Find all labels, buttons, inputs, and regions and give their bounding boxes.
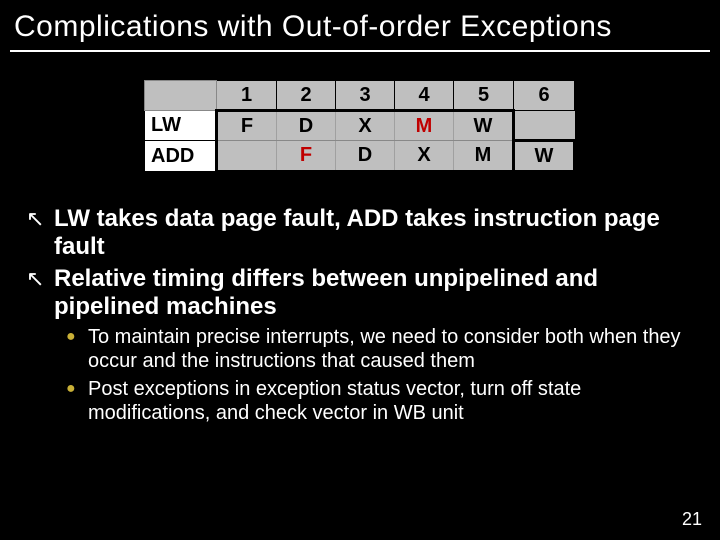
col-header: 6 bbox=[514, 81, 575, 111]
bullet-level1: ↖ Relative timing differs between unpipe… bbox=[26, 265, 694, 321]
col-header: 4 bbox=[395, 81, 454, 111]
slide: Complications with Out-of-order Exceptio… bbox=[0, 0, 720, 540]
bullet-text: Relative timing differs between unpipeli… bbox=[54, 265, 694, 321]
pipeline-table: 1 2 3 4 5 6 LW F D X M W ADD F D X bbox=[144, 80, 576, 173]
bullet-dot-icon: ● bbox=[66, 377, 88, 401]
stage-cell bbox=[514, 111, 575, 141]
page-number: 21 bbox=[682, 509, 702, 530]
bullet-arrow-icon: ↖ bbox=[26, 205, 54, 233]
bullet-text: Post exceptions in exception status vect… bbox=[88, 377, 694, 425]
stage-cell-fault: M bbox=[395, 111, 454, 141]
bullet-list: ↖ LW takes data page fault, ADD takes in… bbox=[0, 205, 720, 425]
stage-cell bbox=[217, 141, 277, 172]
table-corner bbox=[145, 81, 217, 111]
bullet-dot-icon: ● bbox=[66, 325, 88, 349]
pipeline-table-wrap: 1 2 3 4 5 6 LW F D X M W ADD F D X bbox=[0, 80, 720, 173]
table-header-row: 1 2 3 4 5 6 bbox=[145, 81, 575, 111]
bullet-arrow-icon: ↖ bbox=[26, 265, 54, 293]
row-label: LW bbox=[145, 111, 217, 141]
col-header: 1 bbox=[217, 81, 277, 111]
bullet-level2: ● Post exceptions in exception status ve… bbox=[66, 377, 694, 425]
slide-title: Complications with Out-of-order Exceptio… bbox=[0, 0, 720, 50]
stage-cell: X bbox=[336, 111, 395, 141]
row-label: ADD bbox=[145, 141, 217, 172]
stage-cell: X bbox=[395, 141, 454, 172]
table-row: LW F D X M W bbox=[145, 111, 575, 141]
stage-cell-fault: F bbox=[277, 141, 336, 172]
stage-cell: F bbox=[217, 111, 277, 141]
stage-cell: M bbox=[454, 141, 514, 172]
col-header: 2 bbox=[277, 81, 336, 111]
table-row: ADD F D X M W bbox=[145, 141, 575, 172]
bullet-text: To maintain precise interrupts, we need … bbox=[88, 325, 694, 373]
stage-cell: W bbox=[454, 111, 514, 141]
bullet-level1: ↖ LW takes data page fault, ADD takes in… bbox=[26, 205, 694, 261]
bullet-level2: ● To maintain precise interrupts, we nee… bbox=[66, 325, 694, 373]
title-underline bbox=[10, 50, 710, 52]
col-header: 5 bbox=[454, 81, 514, 111]
stage-cell: W bbox=[514, 141, 575, 172]
col-header: 3 bbox=[336, 81, 395, 111]
stage-cell: D bbox=[277, 111, 336, 141]
bullet-text: LW takes data page fault, ADD takes inst… bbox=[54, 205, 694, 261]
stage-cell: D bbox=[336, 141, 395, 172]
